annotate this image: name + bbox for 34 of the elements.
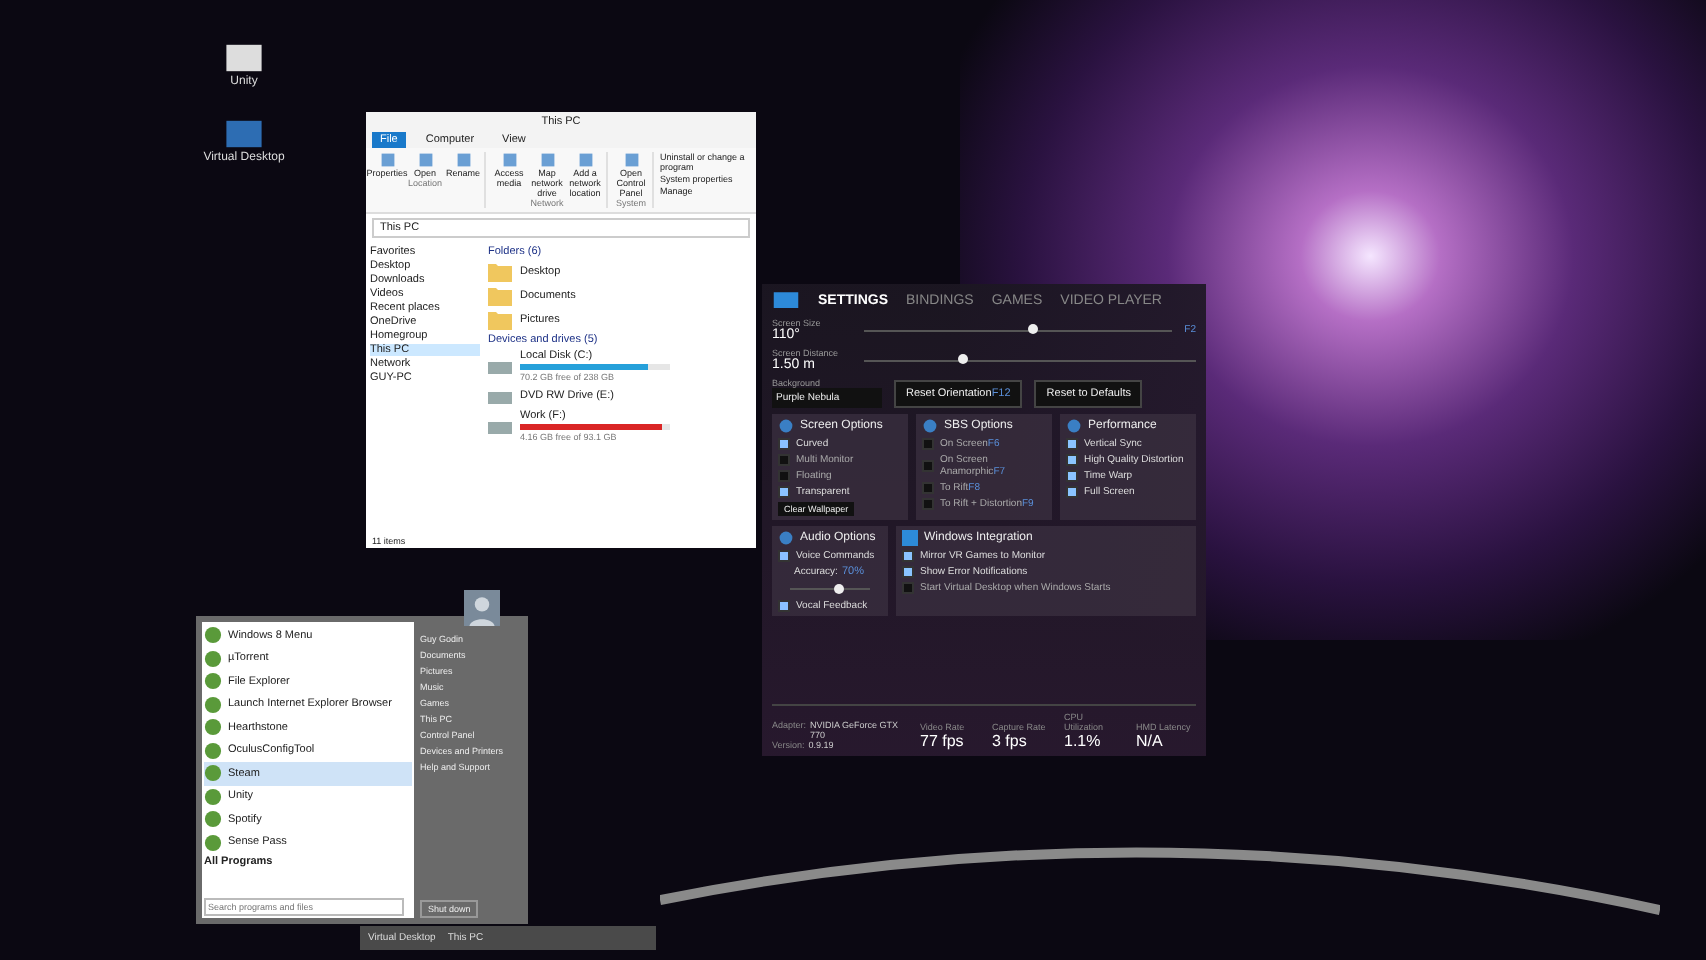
ribbon-icon[interactable] <box>455 152 471 168</box>
checkbox[interactable] <box>778 486 790 498</box>
checkbox[interactable] <box>1066 454 1078 466</box>
monitor-icon <box>772 290 800 312</box>
stat-value: N/A <box>1136 732 1165 750</box>
checkbox[interactable] <box>778 454 790 466</box>
slider-thumb[interactable] <box>958 354 969 364</box>
stat-value: 3 fps <box>992 732 1029 750</box>
checkbox[interactable] <box>902 566 914 578</box>
checkbox[interactable] <box>778 600 790 612</box>
slider-thumb[interactable] <box>1028 324 1039 334</box>
ribbon-icon[interactable] <box>623 152 639 168</box>
checkbox[interactable] <box>902 582 914 594</box>
monitor-icon[interactable] <box>221 116 266 152</box>
ribbon-icon[interactable] <box>539 152 555 168</box>
checkbox[interactable] <box>922 438 934 450</box>
stat-value: 1.1% <box>1064 732 1103 750</box>
stat-value: 77 fps <box>920 732 966 750</box>
checkbox[interactable] <box>1066 470 1078 482</box>
checkbox[interactable] <box>902 550 914 562</box>
checkbox[interactable] <box>1066 486 1078 498</box>
checkbox[interactable] <box>778 550 790 562</box>
slider-thumb[interactable] <box>833 583 843 593</box>
ribbon-icon[interactable] <box>417 152 433 168</box>
ribbon-icon[interactable] <box>501 152 517 168</box>
ribbon-icon[interactable] <box>379 152 395 168</box>
checkbox[interactable] <box>778 438 790 450</box>
avatar-icon <box>464 590 500 626</box>
checkbox[interactable] <box>922 482 934 494</box>
checkbox[interactable] <box>922 498 934 510</box>
checkbox[interactable] <box>1066 438 1078 450</box>
checkbox[interactable] <box>922 460 934 472</box>
checkbox[interactable] <box>778 470 790 482</box>
ribbon-icon[interactable] <box>577 152 593 168</box>
